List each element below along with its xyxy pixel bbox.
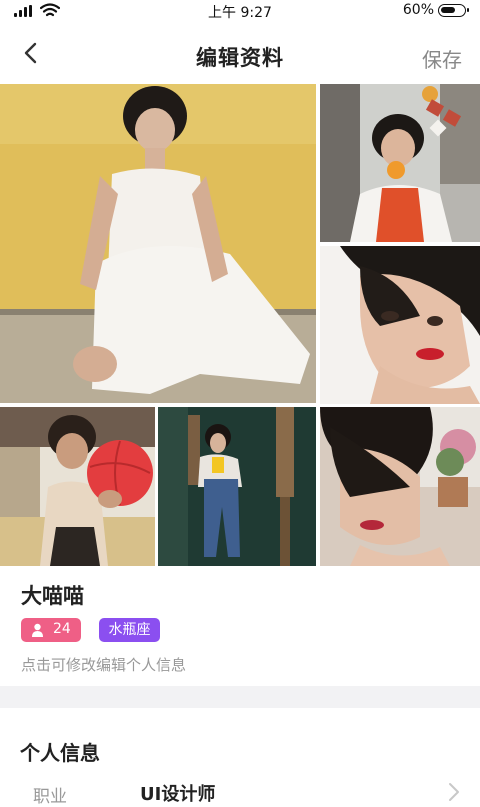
nickname: 大喵喵 — [21, 584, 84, 608]
profile-summary[interactable]: 大喵喵 24 水瓶座 点击可修改编辑个人信息 — [0, 566, 480, 686]
photo-main[interactable] — [0, 84, 316, 403]
person-icon — [32, 623, 43, 637]
chevron-right-icon[interactable] — [448, 782, 460, 802]
photo-4[interactable] — [0, 407, 155, 566]
page-title: 编辑资料 — [196, 46, 284, 70]
section-divider — [0, 686, 480, 708]
edit-hint: 点击可修改编辑个人信息 — [21, 656, 187, 674]
photo-2[interactable] — [320, 84, 480, 242]
nav-bar: 编辑资料 保存 — [0, 22, 480, 84]
save-button[interactable]: 保存 — [422, 44, 462, 73]
photo-3[interactable] — [320, 246, 480, 404]
section-title-personal-info: 个人信息 — [20, 741, 100, 765]
zodiac-badge: 水瓶座 — [99, 618, 160, 642]
age-badge: 24 — [21, 618, 81, 642]
occupation-value[interactable]: UI设计师 — [140, 780, 215, 806]
battery-icon — [438, 4, 469, 17]
battery-percent: 60% — [402, 2, 434, 18]
age-text: 24 — [53, 621, 71, 637]
photo-5[interactable] — [158, 407, 316, 566]
occupation-label: 职业 — [33, 787, 67, 807]
photo-6[interactable] — [320, 407, 480, 566]
status-bar: 上午 9:27 60% — [0, 0, 480, 22]
